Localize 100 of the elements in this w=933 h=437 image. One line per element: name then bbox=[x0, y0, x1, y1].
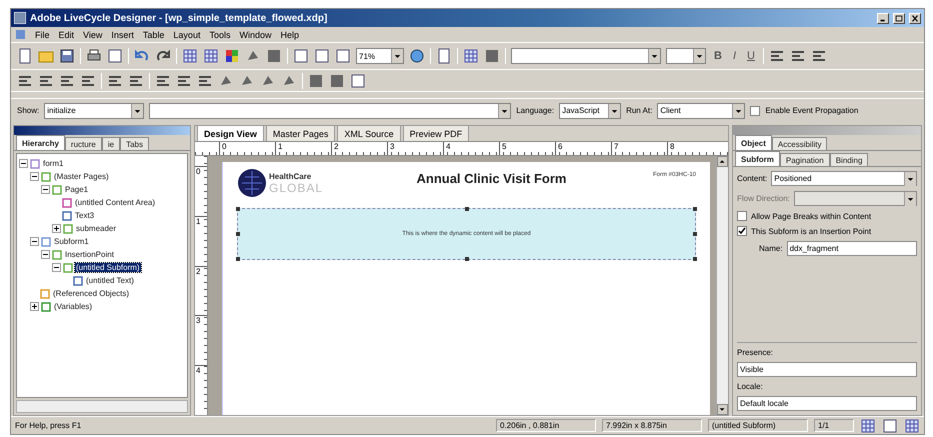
collapse-icon[interactable] bbox=[30, 237, 39, 246]
align-icon[interactable] bbox=[768, 48, 785, 64]
menu-item[interactable]: Window bbox=[239, 30, 272, 40]
resize-handle[interactable] bbox=[236, 232, 240, 236]
circle-icon[interactable] bbox=[409, 48, 425, 64]
grid-icon[interactable] bbox=[904, 418, 920, 434]
resize-handle[interactable] bbox=[693, 257, 697, 261]
logo-text: HealthCare bbox=[269, 172, 312, 180]
resize-handle[interactable] bbox=[464, 257, 468, 261]
frame-icon[interactable] bbox=[335, 48, 351, 64]
presence-dropdown[interactable]: Visible bbox=[737, 362, 917, 377]
sub-tab[interactable]: Binding bbox=[830, 153, 868, 166]
logo-text: GLOBAL bbox=[269, 180, 324, 194]
tree-item[interactable]: (Master Pages) bbox=[53, 172, 110, 181]
resize-handle[interactable] bbox=[693, 207, 697, 211]
content-dropdown[interactable]: Positioned bbox=[771, 171, 917, 186]
square-icon[interactable] bbox=[484, 48, 500, 64]
grid-icon[interactable] bbox=[463, 48, 479, 64]
tree-item[interactable]: (Referenced Objects) bbox=[52, 289, 130, 298]
frame-icon[interactable] bbox=[314, 48, 330, 64]
format-button[interactable]: I bbox=[730, 50, 740, 62]
panel-tab[interactable]: ructure bbox=[64, 137, 102, 150]
language-dropdown[interactable]: JavaScript bbox=[559, 102, 622, 118]
document-tab[interactable]: Preview PDF bbox=[402, 125, 470, 141]
expand-icon[interactable] bbox=[30, 302, 39, 311]
square-icon[interactable] bbox=[266, 48, 282, 64]
menu-item[interactable]: Table bbox=[142, 30, 164, 40]
expand-icon[interactable] bbox=[52, 224, 61, 233]
tree-item[interactable]: form1 bbox=[42, 159, 64, 168]
menu-item[interactable]: File bbox=[35, 30, 50, 40]
frame-icon[interactable] bbox=[350, 72, 366, 88]
scroll-up-icon[interactable] bbox=[717, 156, 728, 167]
frame-icon[interactable] bbox=[882, 418, 898, 434]
square-icon[interactable] bbox=[308, 72, 324, 88]
panel-tab[interactable]: Accessibility bbox=[772, 137, 828, 150]
locale-dropdown[interactable]: Default locale bbox=[737, 396, 917, 411]
menu-item[interactable]: Edit bbox=[58, 30, 74, 40]
menu-item[interactable]: Layout bbox=[173, 30, 200, 40]
horizontal-scrollbar[interactable] bbox=[16, 400, 188, 413]
checkbox[interactable] bbox=[737, 211, 747, 221]
tree-item[interactable]: (untitled Subform) bbox=[75, 263, 141, 272]
page-icon[interactable] bbox=[17, 48, 33, 64]
format-button[interactable]: B bbox=[711, 50, 725, 62]
panel-tab[interactable]: ie bbox=[102, 137, 120, 150]
tree-item[interactable]: submeader bbox=[75, 224, 118, 233]
zoom-dropdown[interactable]: 71% bbox=[356, 48, 404, 64]
resize-handle[interactable] bbox=[693, 232, 697, 236]
align-icon[interactable] bbox=[810, 48, 827, 64]
font-size-dropdown[interactable] bbox=[666, 48, 706, 64]
square-icon[interactable] bbox=[329, 72, 345, 88]
tree-item[interactable]: Subform1 bbox=[53, 237, 90, 246]
form-title: Annual Clinic Visit Form bbox=[415, 170, 568, 186]
grid-icon[interactable] bbox=[203, 48, 219, 64]
checkbox[interactable] bbox=[750, 106, 760, 116]
resize-handle[interactable] bbox=[236, 257, 240, 261]
page-icon[interactable] bbox=[436, 48, 452, 64]
collapse-icon[interactable] bbox=[41, 185, 50, 194]
tree-item[interactable]: (untitled Content Area) bbox=[74, 198, 156, 207]
tree-item[interactable]: Text3 bbox=[74, 211, 96, 220]
resize-handle[interactable] bbox=[464, 207, 468, 211]
collapse-icon[interactable] bbox=[41, 250, 50, 259]
frame-icon[interactable] bbox=[293, 48, 309, 64]
run-at-dropdown[interactable]: Client bbox=[657, 102, 746, 118]
format-button[interactable]: U bbox=[744, 50, 758, 62]
document-tab[interactable]: XML Source bbox=[337, 125, 401, 141]
script-field[interactable] bbox=[149, 102, 512, 118]
scroll-down-icon[interactable] bbox=[717, 404, 728, 415]
vertical-scrollbar[interactable] bbox=[716, 156, 728, 415]
document-tab[interactable]: Master Pages bbox=[266, 125, 336, 141]
event-dropdown[interactable]: initialize bbox=[44, 102, 144, 118]
tree-item[interactable]: Page1 bbox=[64, 185, 90, 194]
menu-item[interactable]: Help bbox=[280, 30, 299, 40]
grid-icon[interactable] bbox=[860, 418, 876, 434]
menu-item[interactable]: Tools bbox=[209, 30, 230, 40]
sub-tab[interactable]: Pagination bbox=[780, 153, 830, 166]
panel-tab[interactable]: Hierarchy bbox=[16, 135, 65, 150]
sub-tab[interactable]: Subform bbox=[735, 151, 780, 166]
document-tab[interactable]: Design View bbox=[197, 125, 264, 141]
close-icon[interactable] bbox=[909, 12, 921, 24]
maximize-icon[interactable] bbox=[893, 12, 905, 24]
frame-icon[interactable] bbox=[107, 48, 123, 64]
collapse-icon[interactable] bbox=[30, 172, 39, 181]
menu-item[interactable]: View bbox=[83, 30, 102, 40]
menu-item[interactable]: Insert bbox=[111, 30, 134, 40]
tree-item[interactable]: (untitled Text) bbox=[85, 276, 135, 285]
panel-tab[interactable]: Object bbox=[735, 135, 772, 150]
checkbox[interactable] bbox=[737, 226, 747, 236]
palette-icon[interactable] bbox=[224, 48, 240, 64]
collapse-icon[interactable] bbox=[19, 159, 28, 168]
resize-handle[interactable] bbox=[236, 207, 240, 211]
tree-item[interactable]: (Variables) bbox=[53, 302, 94, 311]
tree-item[interactable]: InsertionPoint bbox=[64, 250, 115, 259]
panel-tab[interactable]: Tabs bbox=[120, 137, 149, 150]
grid-icon[interactable] bbox=[182, 48, 198, 64]
node-icon bbox=[62, 210, 72, 220]
name-field[interactable]: ddx_fragment bbox=[786, 241, 917, 256]
align-icon[interactable] bbox=[790, 48, 806, 64]
font-dropdown[interactable] bbox=[511, 48, 661, 64]
minimize-icon[interactable] bbox=[877, 12, 889, 24]
collapse-icon[interactable] bbox=[52, 263, 61, 272]
